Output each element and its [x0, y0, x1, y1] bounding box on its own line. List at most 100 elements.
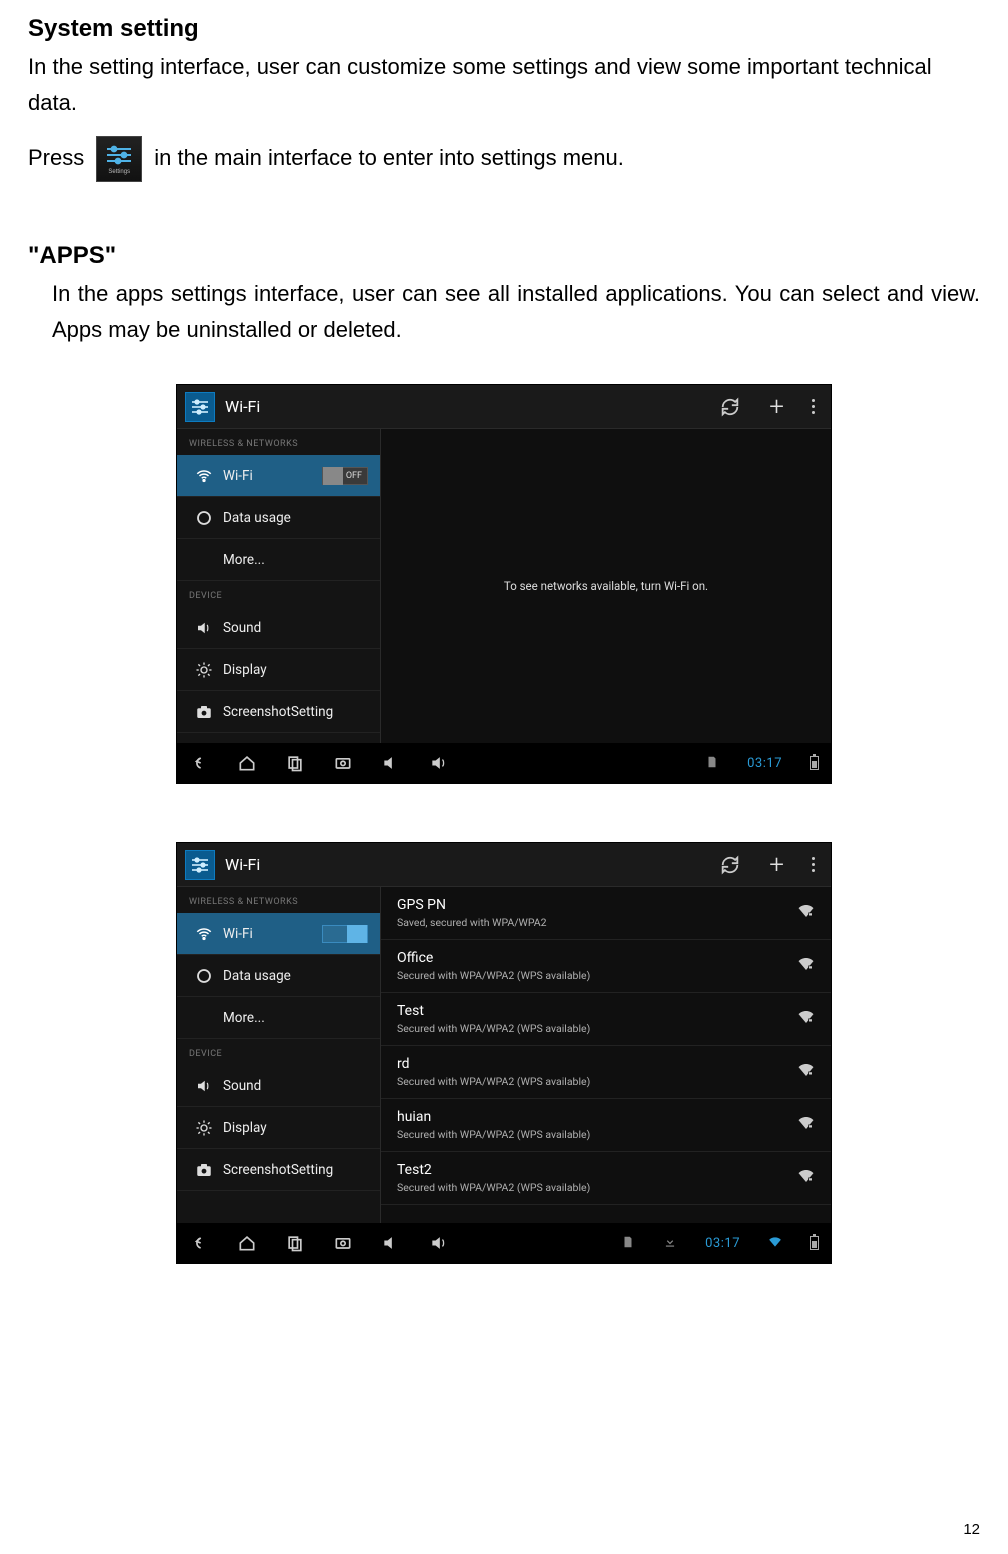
refresh-icon[interactable] — [719, 854, 741, 876]
sliders-icon — [105, 143, 133, 167]
sidebar-label-screenshot: ScreenshotSetting — [223, 704, 333, 720]
volume-up-icon[interactable] — [429, 1233, 449, 1253]
wifi-network-item[interactable]: Test2 Secured with WPA/WPA2 (WPS availab… — [381, 1152, 831, 1205]
screenshot-wifi-off: Wi-Fi + WIRELESS & NETWORKS Wi-Fi — [176, 384, 832, 784]
system-navbar: 03:17 — [177, 743, 831, 783]
network-security: Secured with WPA/WPA2 (WPS available) — [397, 1075, 797, 1088]
network-name: Test2 — [397, 1162, 797, 1178]
battery-icon — [810, 756, 819, 770]
sdcard-icon — [705, 754, 719, 773]
sidebar-item-more[interactable]: More... — [177, 997, 380, 1039]
home-icon[interactable] — [237, 1233, 257, 1253]
wifi-off-message: To see networks available, turn Wi-Fi on… — [504, 579, 708, 593]
overflow-menu-icon[interactable] — [812, 399, 815, 414]
sidebar-item-more[interactable]: More... — [177, 539, 380, 581]
sidebar-item-sound[interactable]: Sound — [177, 607, 380, 649]
wifi-network-item[interactable]: rd Secured with WPA/WPA2 (WPS available) — [381, 1046, 831, 1099]
screenshot-nav-icon[interactable] — [333, 1233, 353, 1253]
display-icon — [195, 661, 213, 679]
wifi-network-item[interactable]: huian Secured with WPA/WPA2 (WPS availab… — [381, 1099, 831, 1152]
overflow-menu-icon[interactable] — [812, 857, 815, 872]
settings-app-icon: Settings — [96, 136, 142, 182]
settings-icon[interactable] — [185, 392, 215, 422]
wifi-secure-icon — [797, 1061, 815, 1083]
network-security: Secured with WPA/WPA2 (WPS available) — [397, 1128, 797, 1141]
wifi-secure-icon — [797, 902, 815, 924]
battery-icon — [810, 1236, 819, 1250]
back-icon[interactable] — [189, 753, 209, 773]
sidebar-label-screenshot: ScreenshotSetting — [223, 1162, 333, 1178]
network-name: rd — [397, 1056, 797, 1072]
wifi-network-item[interactable]: Office Secured with WPA/WPA2 (WPS availa… — [381, 940, 831, 993]
sidebar-item-data-usage[interactable]: Data usage — [177, 955, 380, 997]
page-number: 12 — [963, 1521, 980, 1538]
home-icon[interactable] — [237, 753, 257, 773]
wifi-toggle[interactable]: OFF — [322, 467, 368, 485]
camera-icon — [195, 703, 213, 721]
heading-apps: "APPS" — [28, 242, 980, 270]
recent-apps-icon[interactable] — [285, 753, 305, 773]
status-clock: 03:17 — [747, 756, 782, 771]
wifi-icon — [195, 925, 213, 943]
wifi-icon — [195, 467, 213, 485]
display-icon — [195, 1119, 213, 1137]
press-after: in the main interface to enter into sett… — [154, 140, 624, 176]
sidebar-item-display[interactable]: Display — [177, 649, 380, 691]
add-network-icon[interactable]: + — [769, 852, 784, 878]
heading-system-setting: System setting — [28, 15, 980, 43]
section-wireless: WIRELESS & NETWORKS — [177, 887, 380, 913]
action-bar-title: Wi-Fi — [225, 855, 260, 874]
sidebar-item-data-usage[interactable]: Data usage — [177, 497, 380, 539]
wifi-secure-icon — [797, 1008, 815, 1030]
sidebar-label-data: Data usage — [223, 510, 291, 526]
settings-sidebar: WIRELESS & NETWORKS Wi-Fi ON Data usage — [177, 887, 381, 1223]
settings-icon[interactable] — [185, 850, 215, 880]
sound-icon — [195, 619, 213, 637]
recent-apps-icon[interactable] — [285, 1233, 305, 1253]
sidebar-item-screenshot[interactable]: ScreenshotSetting — [177, 691, 380, 733]
data-usage-icon — [195, 967, 213, 985]
volume-down-icon[interactable] — [381, 1233, 401, 1253]
sidebar-item-sound[interactable]: Sound — [177, 1065, 380, 1107]
sidebar-label-wifi: Wi-Fi — [223, 926, 312, 942]
volume-down-icon[interactable] — [381, 753, 401, 773]
network-name: Test — [397, 1003, 797, 1019]
action-bar: Wi-Fi + — [177, 843, 831, 887]
screenshot-wifi-on: Wi-Fi + WIRELESS & NETWORKS Wi-Fi — [176, 842, 832, 1264]
wifi-content-empty: To see networks available, turn Wi-Fi on… — [381, 429, 831, 743]
wifi-secure-icon — [797, 955, 815, 977]
wifi-network-list: GPS PN Saved, secured with WPA/WPA2 Offi… — [381, 887, 831, 1223]
status-clock: 03:17 — [705, 1236, 740, 1251]
sidebar-label-more: More... — [223, 552, 265, 568]
sidebar-item-wifi[interactable]: Wi-Fi OFF — [177, 455, 380, 497]
wifi-network-item[interactable]: Test Secured with WPA/WPA2 (WPS availabl… — [381, 993, 831, 1046]
refresh-icon[interactable] — [719, 396, 741, 418]
wifi-status-icon — [768, 1234, 782, 1253]
wifi-network-item[interactable]: GPS PN Saved, secured with WPA/WPA2 — [381, 887, 831, 940]
screenshot-nav-icon[interactable] — [333, 753, 353, 773]
volume-up-icon[interactable] — [429, 753, 449, 773]
press-before: Press — [28, 140, 84, 176]
sidebar-label-display: Display — [223, 1120, 267, 1136]
camera-icon — [195, 1161, 213, 1179]
intro-paragraph: In the setting interface, user can custo… — [28, 49, 980, 122]
settings-tile-label: Settings — [108, 169, 130, 175]
wifi-secure-icon — [797, 1114, 815, 1136]
apps-paragraph: In the apps settings interface, user can… — [28, 276, 980, 349]
network-name: GPS PN — [397, 897, 797, 913]
action-bar: Wi-Fi + — [177, 385, 831, 429]
sidebar-label-sound: Sound — [223, 1078, 261, 1094]
sdcard-icon — [621, 1234, 635, 1253]
sidebar-item-wifi[interactable]: Wi-Fi ON — [177, 913, 380, 955]
section-wireless: WIRELESS & NETWORKS — [177, 429, 380, 455]
wifi-toggle[interactable]: ON — [322, 925, 368, 943]
press-row: Press Settings in the main interface to … — [28, 136, 980, 182]
add-network-icon[interactable]: + — [769, 394, 784, 420]
section-device: DEVICE — [177, 581, 380, 607]
sidebar-item-screenshot[interactable]: ScreenshotSetting — [177, 1149, 380, 1191]
sound-icon — [195, 1077, 213, 1095]
network-security: Secured with WPA/WPA2 (WPS available) — [397, 969, 797, 982]
system-navbar: 03:17 — [177, 1223, 831, 1263]
sidebar-item-display[interactable]: Display — [177, 1107, 380, 1149]
back-icon[interactable] — [189, 1233, 209, 1253]
